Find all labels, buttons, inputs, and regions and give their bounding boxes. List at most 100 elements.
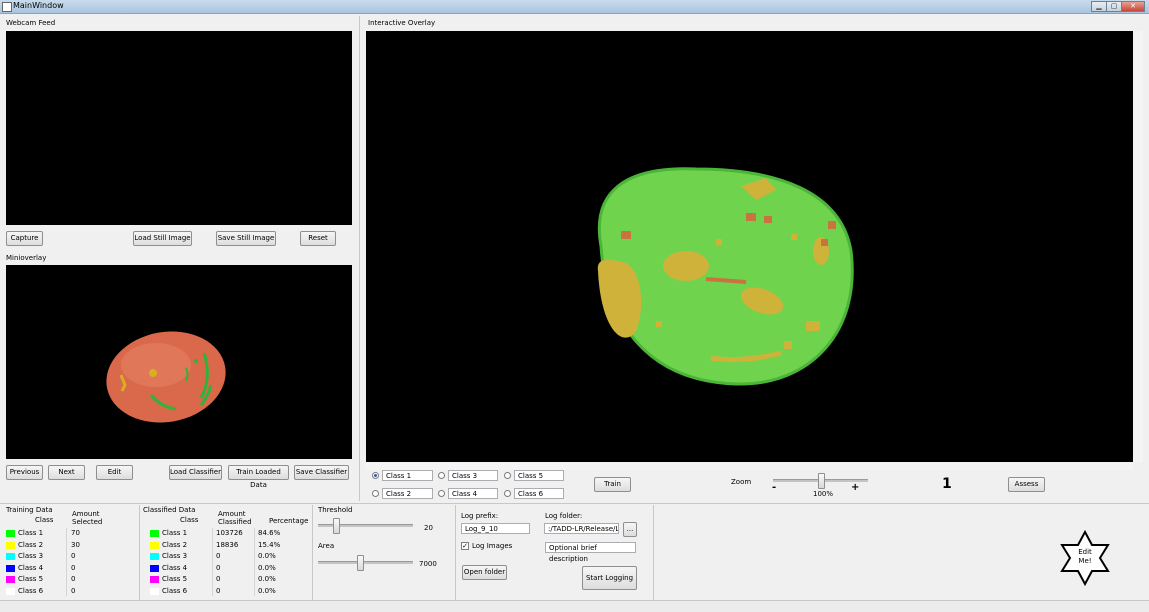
interactive-overlay-title: Interactive Overlay <box>368 19 436 27</box>
class-color-swatch <box>6 530 15 537</box>
class-color-swatch <box>6 564 15 572</box>
table-cell-amount: 103726 <box>216 529 243 537</box>
table-cell-pct: 84.6% <box>258 529 281 537</box>
table-cell-amount: 0 <box>216 552 221 561</box>
table-cell-amount: 0 <box>71 552 76 561</box>
previous-button[interactable]: Previous <box>6 465 43 480</box>
class-5-name-field[interactable]: Class 5 <box>514 470 564 481</box>
log-folder-field[interactable]: :/TADD-LR/Release/Logs <box>544 523 619 534</box>
classified-header-amount: Amount Classified <box>218 510 252 526</box>
save-classifier-button[interactable]: Save Classifier <box>294 465 349 480</box>
threshold-slider-thumb[interactable] <box>333 518 340 534</box>
minimize-button[interactable]: ▁ <box>1091 1 1107 12</box>
maximize-button[interactable]: ▢ <box>1106 1 1122 12</box>
table-cell-amount: 0 <box>71 563 76 572</box>
class-4-radio[interactable] <box>438 490 445 497</box>
table-cell-amount: 30 <box>71 540 80 549</box>
overlay-horizontal-scrollbar[interactable] <box>366 462 1133 470</box>
overlay-potato-image <box>597 167 854 386</box>
log-images-checkbox[interactable]: ✓ <box>461 542 469 550</box>
threshold-label: Threshold <box>318 506 353 514</box>
log-description-field[interactable]: Optional brief description <box>545 542 636 563</box>
overlay-vertical-scrollbar[interactable] <box>1133 31 1143 462</box>
zoom-slider-thumb[interactable] <box>818 473 825 489</box>
interactive-overlay-view[interactable] <box>366 31 1133 462</box>
edit-button[interactable]: Edit <box>96 465 133 480</box>
table-cell-pct: 0.0% <box>258 587 276 595</box>
class-color-swatch <box>6 588 15 595</box>
edit-me-star-button[interactable]: Edit Me! <box>1059 529 1111 587</box>
section-divider-2 <box>312 505 313 600</box>
class-color-swatch <box>6 541 15 549</box>
class-color-swatch <box>150 564 159 572</box>
class-color-swatch <box>6 576 15 584</box>
class-color-swatch <box>6 553 15 561</box>
class-4-name-field[interactable]: Class 4 <box>448 488 498 499</box>
window-title: MainWindow <box>13 1 64 10</box>
log-images-label: Log Images <box>472 542 513 550</box>
webcam-feed-title: Webcam Feed <box>6 19 56 27</box>
class-1-radio[interactable] <box>372 472 379 479</box>
table-cell-pct: 15.4% <box>258 540 281 549</box>
table-cell-amount: 0 <box>71 587 76 595</box>
table-cell-amount: 0 <box>71 575 76 584</box>
browse-log-folder-button[interactable]: ... <box>623 522 637 537</box>
table-cell-amount: 0 <box>216 587 221 595</box>
log-prefix-field[interactable]: Log_9_10 <box>461 523 530 534</box>
mini-potato-image <box>106 331 226 423</box>
start-logging-button[interactable]: Start Logging <box>582 566 637 590</box>
reset-button[interactable]: Reset <box>300 231 336 246</box>
class-6-name-field[interactable]: Class 6 <box>514 488 564 499</box>
area-value: 7000 <box>419 560 437 568</box>
capture-button[interactable]: Capture <box>6 231 43 246</box>
class-5-radio[interactable] <box>504 472 511 479</box>
edit-me-line-1: Edit <box>1078 548 1092 556</box>
next-button[interactable]: Next <box>48 465 85 480</box>
table-cell-amount: 0 <box>216 575 221 584</box>
table-cell-class: Class 3 <box>162 552 188 561</box>
save-still-image-button[interactable]: Save Still Image <box>216 231 276 246</box>
training-header-class: Class <box>35 516 54 524</box>
zoom-plus-label: + <box>851 482 860 493</box>
zoom-value: 100% <box>813 490 834 498</box>
area-slider-thumb[interactable] <box>357 555 364 571</box>
panel-splitter[interactable] <box>359 16 360 501</box>
train-loaded-data-button[interactable]: Train Loaded Data <box>228 465 289 489</box>
train-button[interactable]: Train <box>594 477 631 492</box>
table-cell-pct: 0.0% <box>258 575 276 584</box>
training-column-divider <box>66 528 67 596</box>
open-folder-button[interactable]: Open folder <box>462 565 507 580</box>
log-prefix-label: Log prefix: <box>461 512 499 520</box>
class-6-radio[interactable] <box>504 490 511 497</box>
classified-column-divider-2 <box>254 528 255 596</box>
class-color-swatch <box>150 541 159 549</box>
edit-me-line-2: Me! <box>1078 557 1092 565</box>
classified-data-title: Classified Data <box>143 506 196 514</box>
counter-value: 1 <box>942 476 952 492</box>
table-cell-class: Class 2 <box>162 540 188 549</box>
table-cell-amount: 0 <box>216 563 221 572</box>
class-1-name-field[interactable]: Class 1 <box>382 470 433 481</box>
class-3-radio[interactable] <box>438 472 445 479</box>
load-classifier-button[interactable]: Load Classifier <box>169 465 222 480</box>
close-button[interactable]: ✕ <box>1121 1 1145 12</box>
status-bar <box>0 601 1149 612</box>
assess-button[interactable]: Assess <box>1008 477 1045 492</box>
class-2-name-field[interactable]: Class 2 <box>382 488 433 499</box>
table-cell-class: Class 5 <box>18 575 44 584</box>
section-divider-4 <box>653 505 654 600</box>
class-color-swatch <box>150 553 159 561</box>
table-cell-class: Class 3 <box>18 552 44 561</box>
section-divider-3 <box>455 505 456 600</box>
class-3-name-field[interactable]: Class 3 <box>448 470 498 481</box>
area-slider-track[interactable] <box>318 561 413 564</box>
class-color-swatch <box>150 530 159 537</box>
log-folder-label: Log folder: <box>545 512 583 520</box>
webcam-feed-view <box>6 31 352 225</box>
class-color-swatch <box>150 576 159 584</box>
load-still-image-button[interactable]: Load Still Image <box>133 231 192 246</box>
classified-header-percentage: Percentage <box>269 517 309 525</box>
area-label: Area <box>318 542 335 550</box>
zoom-label: Zoom <box>731 478 752 486</box>
class-2-radio[interactable] <box>372 490 379 497</box>
